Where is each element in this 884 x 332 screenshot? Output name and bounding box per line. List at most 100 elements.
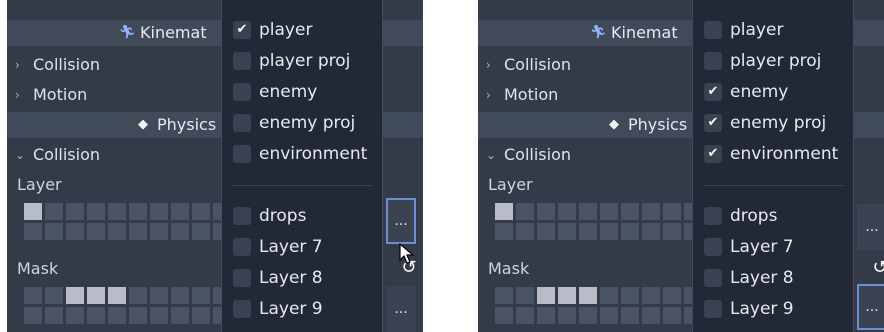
menu-item-drops[interactable]: drops — [222, 201, 382, 231]
menu-item-layer-9[interactable]: Layer 9 — [222, 294, 382, 324]
layer-bit-cell[interactable] — [537, 223, 555, 240]
checkbox[interactable]: ✔ — [704, 114, 722, 132]
checkbox[interactable] — [704, 269, 722, 287]
menu-item-layer-8[interactable]: Layer 8 — [222, 263, 382, 293]
layer-bit-cell[interactable] — [516, 203, 534, 220]
layer-bit-cell[interactable] — [642, 307, 660, 324]
checkbox[interactable] — [704, 52, 722, 70]
checkbox[interactable] — [233, 52, 251, 70]
menu-item-player-proj[interactable]: player proj — [693, 46, 853, 76]
revert-icon[interactable]: ↺ — [870, 258, 884, 278]
checkbox[interactable]: ✔ — [704, 83, 722, 101]
menu-item-layer-8[interactable]: Layer 8 — [693, 263, 853, 293]
layer-bit-cell[interactable] — [558, 287, 576, 304]
layer-bit-cell[interactable] — [66, 223, 84, 240]
checkbox[interactable] — [704, 238, 722, 256]
layer-bit-cell[interactable] — [600, 203, 618, 220]
layer-bit-cell[interactable] — [537, 203, 555, 220]
layer-bit-cell[interactable] — [66, 287, 84, 304]
layer-bit-cell[interactable] — [516, 223, 534, 240]
layer-bit-cell[interactable] — [66, 307, 84, 324]
layer-bit-cell[interactable] — [45, 307, 63, 324]
menu-item-layer-7[interactable]: Layer 7 — [222, 232, 382, 262]
layer-bit-cell[interactable] — [108, 203, 126, 220]
layer-bit-cell[interactable] — [129, 287, 147, 304]
collision-layer-grid[interactable] — [24, 203, 231, 240]
layer-bit-cell[interactable] — [108, 287, 126, 304]
checkbox[interactable] — [233, 145, 251, 163]
layer-bit-cell[interactable] — [495, 203, 513, 220]
layer-bit-cell[interactable] — [600, 307, 618, 324]
menu-item-player-proj[interactable]: player proj — [222, 46, 382, 76]
collision-layer-grid[interactable] — [495, 203, 702, 240]
checkbox[interactable] — [233, 300, 251, 318]
layer-bit-cell[interactable] — [516, 307, 534, 324]
layer-bit-cell[interactable] — [150, 223, 168, 240]
checkbox[interactable] — [704, 21, 722, 39]
mask-more-button[interactable]: ... — [857, 284, 884, 330]
layer-bit-cell[interactable] — [192, 307, 210, 324]
layer-bit-cell[interactable] — [108, 307, 126, 324]
layer-bit-cell[interactable] — [579, 223, 597, 240]
layer-bit-cell[interactable] — [516, 287, 534, 304]
layer-bit-cell[interactable] — [45, 203, 63, 220]
layer-bit-cell[interactable] — [663, 287, 681, 304]
layer-bit-cell[interactable] — [150, 203, 168, 220]
layer-bit-cell[interactable] — [108, 223, 126, 240]
layer-bit-cell[interactable] — [87, 203, 105, 220]
checkbox[interactable] — [233, 207, 251, 225]
mask-more-button[interactable]: ... — [386, 286, 416, 332]
layer-bit-cell[interactable] — [171, 307, 189, 324]
layer-more-button[interactable]: ... — [386, 198, 416, 244]
layer-bit-cell[interactable] — [87, 223, 105, 240]
layer-bit-cell[interactable] — [642, 203, 660, 220]
layer-bit-cell[interactable] — [642, 287, 660, 304]
layer-bit-cell[interactable] — [171, 287, 189, 304]
layer-bit-cell[interactable] — [129, 223, 147, 240]
layer-more-button[interactable]: ... — [857, 204, 884, 250]
menu-item-environment[interactable]: environment — [222, 139, 382, 169]
layer-bit-cell[interactable] — [66, 203, 84, 220]
layer-bit-cell[interactable] — [87, 287, 105, 304]
layer-bit-cell[interactable] — [663, 307, 681, 324]
layer-bit-cell[interactable] — [495, 307, 513, 324]
layer-bit-cell[interactable] — [663, 223, 681, 240]
layer-bit-cell[interactable] — [495, 223, 513, 240]
layer-bit-cell[interactable] — [558, 203, 576, 220]
checkbox[interactable]: ✔ — [704, 145, 722, 163]
layer-bit-cell[interactable] — [600, 287, 618, 304]
layer-bit-cell[interactable] — [24, 287, 42, 304]
checkbox[interactable] — [704, 207, 722, 225]
menu-item-enemy-proj[interactable]: enemy proj — [222, 108, 382, 138]
layer-bit-cell[interactable] — [129, 203, 147, 220]
layer-bit-cell[interactable] — [663, 203, 681, 220]
menu-item-enemy[interactable]: enemy — [222, 77, 382, 107]
layer-bit-cell[interactable] — [621, 203, 639, 220]
layer-bit-cell[interactable] — [558, 307, 576, 324]
layer-bit-cell[interactable] — [621, 287, 639, 304]
layer-bit-cell[interactable] — [24, 307, 42, 324]
menu-item-player[interactable]: ✔ player — [222, 15, 382, 45]
menu-item-enemy-proj[interactable]: ✔ enemy proj — [693, 108, 853, 138]
layer-bit-cell[interactable] — [192, 203, 210, 220]
layer-bit-cell[interactable] — [621, 307, 639, 324]
checkbox[interactable]: ✔ — [233, 21, 251, 39]
layer-bit-cell[interactable] — [192, 287, 210, 304]
layer-bit-cell[interactable] — [171, 203, 189, 220]
layer-bit-cell[interactable] — [45, 287, 63, 304]
layer-bit-cell[interactable] — [150, 287, 168, 304]
menu-item-player[interactable]: player — [693, 15, 853, 45]
collision-mask-grid[interactable] — [495, 287, 702, 324]
menu-item-drops[interactable]: drops — [693, 201, 853, 231]
layer-bit-cell[interactable] — [537, 287, 555, 304]
menu-item-layer-7[interactable]: Layer 7 — [693, 232, 853, 262]
menu-item-enemy[interactable]: ✔ enemy — [693, 77, 853, 107]
layer-bit-cell[interactable] — [150, 307, 168, 324]
menu-item-environment[interactable]: ✔ environment — [693, 139, 853, 169]
checkbox[interactable] — [233, 269, 251, 287]
layer-bit-cell[interactable] — [24, 203, 42, 220]
menu-item-layer-9[interactable]: Layer 9 — [693, 294, 853, 324]
collision-mask-grid[interactable] — [24, 287, 231, 324]
layer-bit-cell[interactable] — [621, 223, 639, 240]
layer-bit-cell[interactable] — [579, 307, 597, 324]
